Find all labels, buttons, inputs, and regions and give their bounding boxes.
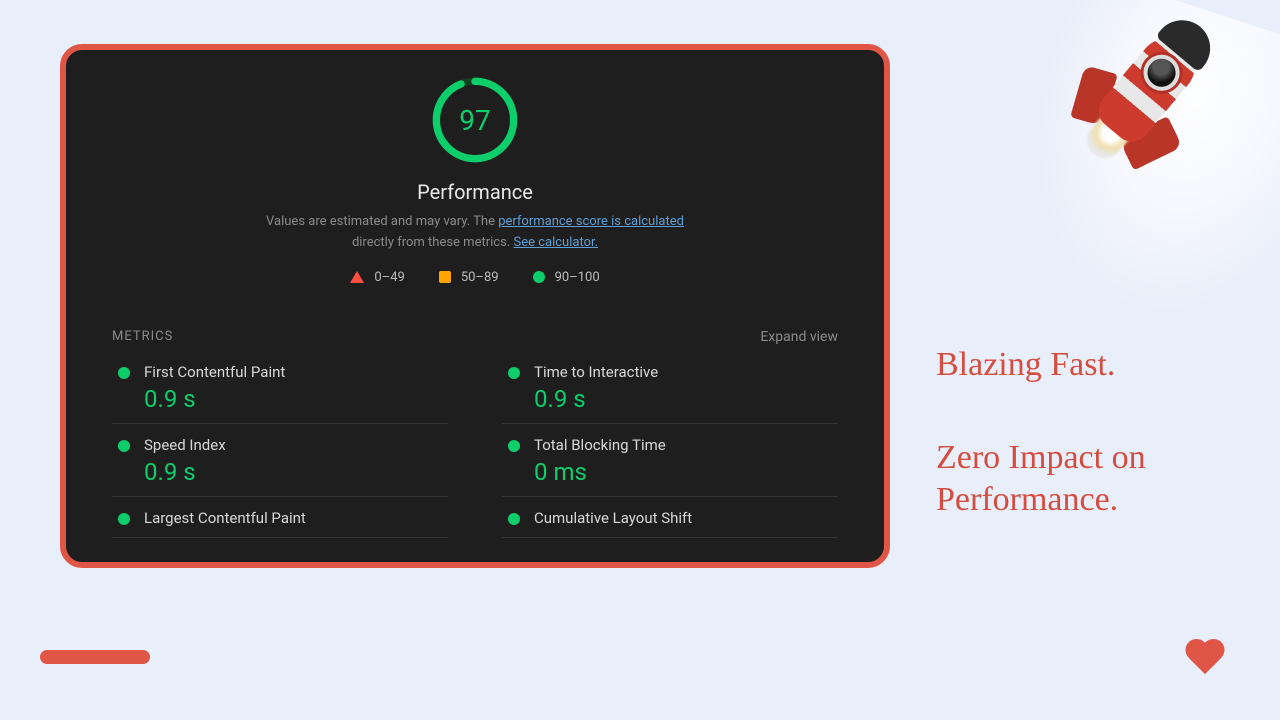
performance-report-card: 97 Performance Values are estimated and … xyxy=(60,44,890,568)
metric-row: Speed Index 0.9 s xyxy=(112,424,448,497)
triangle-icon xyxy=(350,271,364,283)
metrics-section: Metrics Expand view First Contentful Pai… xyxy=(112,329,838,538)
metric-row: Cumulative Layout Shift xyxy=(502,497,838,538)
copy-line-2: Zero Impact on Performance. xyxy=(936,437,1246,522)
calc-link-1[interactable]: performance score is calculated xyxy=(498,214,684,229)
metric-row: First Contentful Paint 0.9 s xyxy=(112,351,448,424)
status-dot-icon xyxy=(118,440,130,452)
metric-name: Speed Index xyxy=(144,436,226,454)
legend-mid: 50–89 xyxy=(439,270,499,285)
metrics-heading: Metrics xyxy=(112,329,173,344)
status-dot-icon xyxy=(508,367,520,379)
performance-title: Performance xyxy=(66,180,884,204)
marketing-copy: Blazing Fast. Zero Impact on Performance… xyxy=(936,344,1246,572)
circle-icon xyxy=(533,271,545,283)
metric-value: 0.9 s xyxy=(144,458,226,486)
accent-bar xyxy=(40,650,150,664)
metrics-grid: First Contentful Paint 0.9 s Time to Int… xyxy=(112,351,838,538)
performance-gauge: 97 xyxy=(429,74,521,166)
legend-mid-label: 50–89 xyxy=(461,270,499,285)
desc-prefix: Values are estimated and may vary. The xyxy=(266,214,498,229)
square-icon xyxy=(439,271,451,283)
status-dot-icon xyxy=(508,440,520,452)
legend-good-label: 90–100 xyxy=(555,270,600,285)
metric-name: First Contentful Paint xyxy=(144,363,285,381)
metric-name: Time to Interactive xyxy=(534,363,658,381)
metric-name: Largest Contentful Paint xyxy=(144,509,306,527)
performance-score: 97 xyxy=(429,74,521,166)
metric-row: Total Blocking Time 0 ms xyxy=(502,424,838,497)
copy-line-1: Blazing Fast. xyxy=(936,344,1246,387)
metric-value: 0.9 s xyxy=(144,385,285,413)
legend-bad: 0–49 xyxy=(350,270,404,285)
heart-icon xyxy=(1184,640,1226,678)
metric-value: 0 ms xyxy=(534,458,666,486)
legend-good: 90–100 xyxy=(533,270,600,285)
metric-row: Time to Interactive 0.9 s xyxy=(502,351,838,424)
metric-name: Total Blocking Time xyxy=(534,436,666,454)
status-dot-icon xyxy=(118,367,130,379)
desc-mid: directly from these metrics. xyxy=(352,235,514,250)
expand-view-button[interactable]: Expand view xyxy=(760,329,838,345)
rocket-icon xyxy=(1034,0,1261,213)
status-dot-icon xyxy=(118,513,130,525)
metric-name: Cumulative Layout Shift xyxy=(534,509,692,527)
legend-bad-label: 0–49 xyxy=(374,270,404,285)
score-legend: 0–49 50–89 90–100 xyxy=(66,270,884,285)
metric-value: 0.9 s xyxy=(534,385,658,413)
metric-row: Largest Contentful Paint xyxy=(112,497,448,538)
calc-link-2[interactable]: See calculator. xyxy=(513,235,598,250)
status-dot-icon xyxy=(508,513,520,525)
score-section: 97 Performance Values are estimated and … xyxy=(66,74,884,285)
performance-description: Values are estimated and may vary. The p… xyxy=(265,212,685,254)
